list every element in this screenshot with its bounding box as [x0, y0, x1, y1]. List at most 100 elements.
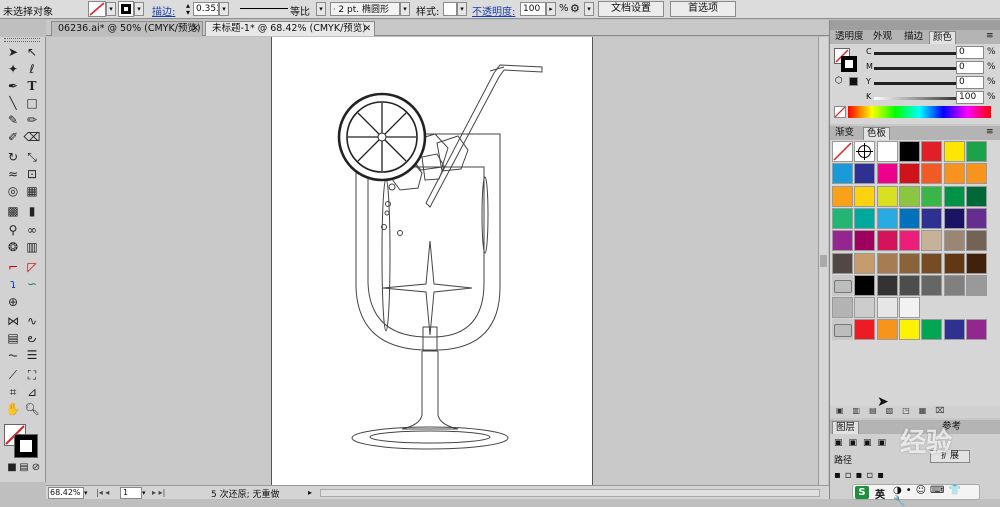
- swatch[interactable]: [965, 185, 987, 207]
- stroke-weight-dropdown[interactable]: ▾: [219, 2, 229, 16]
- scale-tool-icon[interactable]: ⤡: [23, 149, 41, 165]
- swatch[interactable]: [898, 185, 920, 207]
- close-icon[interactable]: ✕: [363, 22, 371, 36]
- stroke-swatch[interactable]: [118, 1, 134, 17]
- yellow-input[interactable]: 0: [956, 76, 984, 89]
- measure-tool-icon[interactable]: ⌗: [4, 384, 22, 400]
- pencil-tool-icon[interactable]: ✏: [23, 112, 41, 128]
- doc-setup-button[interactable]: 文档设置: [598, 1, 664, 17]
- yellow-slider[interactable]: Y 0%: [830, 76, 1000, 90]
- stroke-stepper[interactable]: ▴ ▾: [183, 2, 193, 17]
- crop-tool-icon[interactable]: ⊿: [23, 384, 41, 400]
- swatch[interactable]: [876, 297, 898, 319]
- cyan-input[interactable]: 0: [956, 46, 984, 59]
- style-dropdown[interactable]: ▾: [457, 2, 467, 16]
- swatch[interactable]: [921, 141, 943, 162]
- horizontal-scrollbar[interactable]: [320, 489, 820, 497]
- swatch[interactable]: [832, 230, 853, 252]
- none-mode-icon[interactable]: ⊘: [27, 460, 45, 476]
- close-icon[interactable]: ✕: [191, 22, 199, 36]
- swatch[interactable]: [921, 252, 943, 274]
- color-spectrum-bar[interactable]: [848, 106, 991, 118]
- shape-builder-tool-icon[interactable]: ◎: [4, 183, 22, 199]
- swatch[interactable]: [921, 319, 943, 341]
- tab-appearance[interactable]: 外观: [870, 31, 895, 44]
- panel-menu-icon[interactable]: ≡: [986, 127, 994, 137]
- vertical-scrollbar[interactable]: [818, 37, 828, 485]
- column-graph-tool-icon[interactable]: ▥: [23, 239, 41, 255]
- swatch[interactable]: [965, 141, 987, 162]
- swatch[interactable]: [854, 207, 876, 229]
- twirl-tool-icon[interactable]: ౿: [23, 330, 41, 346]
- ime-tool-icons[interactable]: ◑•☺⌨👕🔧: [893, 485, 979, 507]
- globe-tool-icon[interactable]: ⊕: [4, 294, 22, 310]
- swatch[interactable]: [832, 207, 853, 229]
- cocktail-drawing[interactable]: [272, 37, 594, 485]
- style-swatch[interactable]: [443, 2, 457, 16]
- swatch[interactable]: [854, 185, 876, 207]
- eyedropper-tool-icon[interactable]: ⚲: [4, 222, 22, 238]
- swatch[interactable]: [832, 185, 853, 207]
- document-tab-2[interactable]: 未标题-1* @ 68.42% (CMYK/预览) ✕: [205, 21, 375, 36]
- fill-swatch[interactable]: [88, 1, 106, 17]
- pucker-tool-icon[interactable]: ⏦: [4, 347, 22, 363]
- swatch[interactable]: [898, 207, 920, 229]
- swatch[interactable]: [854, 297, 876, 319]
- swatch[interactable]: [965, 230, 987, 252]
- fill-dropdown[interactable]: ▾: [106, 2, 116, 16]
- mesh-tool-icon[interactable]: ▩: [4, 203, 22, 219]
- swatch[interactable]: [876, 185, 898, 207]
- swatch[interactable]: [898, 252, 920, 274]
- align-tool-icon[interactable]: ☰: [23, 347, 41, 363]
- swatch[interactable]: [898, 297, 920, 319]
- symbol-sprayer-tool-icon[interactable]: ❂: [4, 239, 22, 255]
- pathfinder-icons[interactable]: ▣▣▣▣: [834, 438, 892, 448]
- swatch[interactable]: [854, 163, 876, 185]
- swatch[interactable]: [898, 230, 920, 252]
- magenta-input[interactable]: 0: [956, 61, 984, 74]
- opacity-input[interactable]: 100: [520, 2, 546, 16]
- variable-width-profile[interactable]: [240, 8, 288, 9]
- last-page-icon[interactable]: ▸ ▸|: [152, 486, 174, 499]
- lasso-tool-icon[interactable]: ℓ: [23, 61, 41, 77]
- path-tool-icons[interactable]: ▪▫▪▫▪: [834, 470, 888, 481]
- selection-tool-icon[interactable]: ➤: [4, 44, 22, 60]
- swatch-registration[interactable]: [854, 141, 876, 162]
- free-transform-tool-icon[interactable]: ⊡: [23, 166, 41, 182]
- tab-layers[interactable]: 图层: [832, 421, 860, 434]
- status-menu-arrow[interactable]: ▸: [308, 486, 316, 499]
- eyedropper-alt-tool-icon[interactable]: ⟋: [4, 367, 22, 383]
- magenta-slider[interactable]: M 0%: [830, 61, 1000, 75]
- gradient-tool-icon[interactable]: ▮: [23, 203, 41, 219]
- swatch[interactable]: [898, 319, 920, 341]
- panel-menu-icon[interactable]: ≡: [986, 31, 994, 41]
- width-tool-icon[interactable]: ≈: [4, 166, 22, 182]
- opacity-label[interactable]: 不透明度:: [472, 3, 515, 18]
- type-tool-icon[interactable]: T: [23, 78, 41, 94]
- page-dropdown[interactable]: ▾: [142, 487, 150, 499]
- swatch[interactable]: [876, 207, 898, 229]
- swatch[interactable]: [898, 163, 920, 185]
- swatch[interactable]: [898, 274, 920, 296]
- recolor-dropdown[interactable]: ▾: [584, 2, 594, 16]
- swatch[interactable]: [921, 230, 943, 252]
- swatch-group-folder-icon[interactable]: [832, 319, 853, 341]
- tab-swatches[interactable]: 色板: [863, 127, 891, 140]
- swatch[interactable]: [965, 207, 987, 229]
- tools-grip[interactable]: [4, 38, 40, 42]
- brush-definition[interactable]: · 2 pt. 椭圆形: [330, 2, 400, 16]
- stroke-label[interactable]: 描边:: [152, 3, 175, 18]
- swatch[interactable]: [876, 163, 898, 185]
- document-tab-1[interactable]: 06236.ai* @ 50% (CMYK/预览) ✕: [51, 21, 203, 36]
- perspective-grid-tool-icon[interactable]: ▦: [23, 183, 41, 199]
- blend-tool-icon[interactable]: ∞: [23, 222, 41, 238]
- swatch[interactable]: [965, 274, 987, 296]
- tab-stroke[interactable]: 描边: [901, 31, 926, 44]
- line-tool-icon[interactable]: ╲: [4, 95, 22, 111]
- tab-transparency[interactable]: 透明度: [832, 31, 867, 44]
- black-input[interactable]: 100: [956, 91, 984, 104]
- swatch[interactable]: [876, 141, 898, 162]
- rectangle-tool-icon[interactable]: □: [23, 95, 41, 111]
- ime-toolbar[interactable]: S 英 ◑•☺⌨👕🔧: [852, 484, 980, 507]
- swatches-footer-buttons[interactable]: ▣▥▤▧◳▦⌧: [830, 406, 1000, 418]
